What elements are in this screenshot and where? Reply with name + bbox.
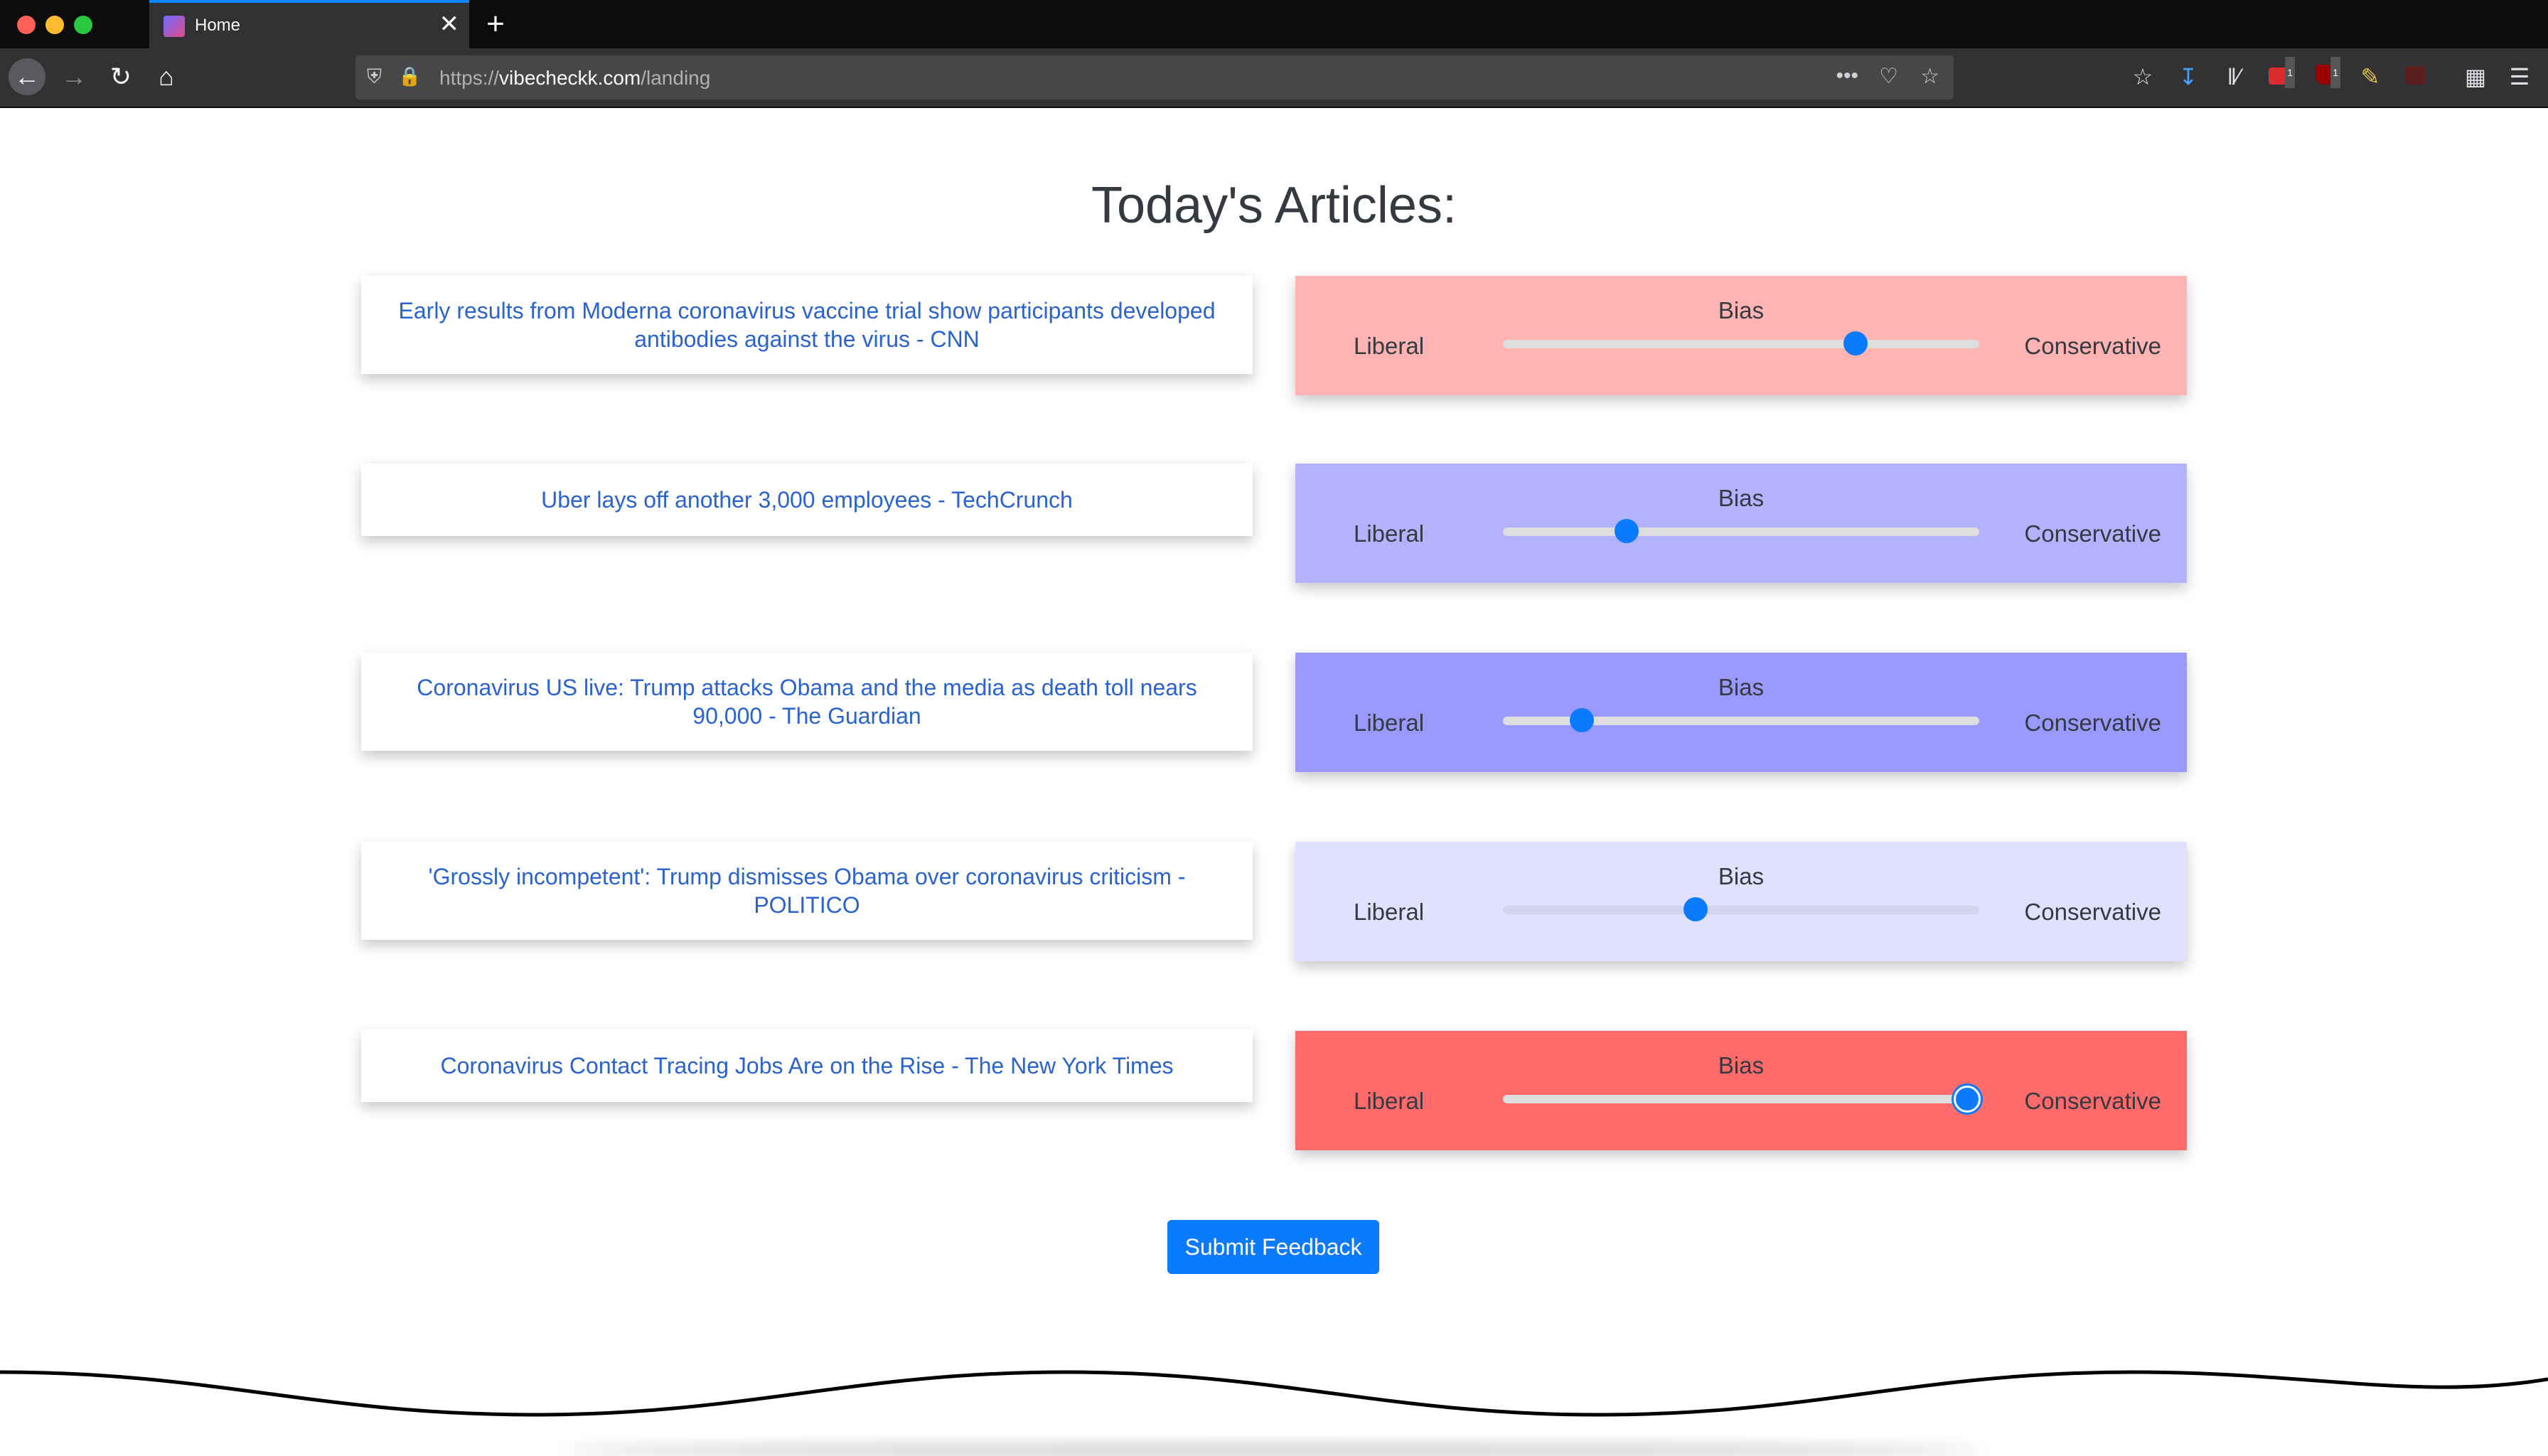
- extension-dark-icon[interactable]: [2400, 61, 2431, 92]
- library-icon[interactable]: ‖⁄: [2218, 61, 2249, 92]
- lock-icon[interactable]: 🔒: [398, 65, 421, 87]
- bias-label: Bias: [1718, 674, 1765, 700]
- back-button[interactable]: ←: [9, 58, 46, 95]
- slider-thumb[interactable]: [1684, 897, 1708, 921]
- ublock-badge-count: 1: [2330, 57, 2340, 88]
- slider-thumb[interactable]: [1954, 1086, 1981, 1113]
- slider-thumb[interactable]: [1615, 519, 1639, 543]
- wave-divider: [0, 1370, 2548, 1456]
- liberal-label: Liberal: [1354, 520, 1425, 547]
- article-link[interactable]: Early results from Moderna coronavirus v…: [382, 296, 1231, 353]
- tab-bar: Home ✕ +: [0, 0, 2548, 48]
- slider-thumb[interactable]: [1843, 331, 1868, 355]
- pencil-icon[interactable]: ✎: [2355, 61, 2386, 92]
- page-title: Today's Articles:: [1091, 177, 1457, 234]
- conservative-label: Conservative: [2024, 520, 2161, 547]
- tab-home[interactable]: Home ✕: [149, 0, 469, 48]
- url-prefix: https://: [439, 67, 500, 89]
- bias-slider[interactable]: [1503, 1086, 1981, 1113]
- bias-label: Bias: [1718, 485, 1765, 511]
- close-window-button[interactable]: [17, 16, 36, 34]
- article-card: Early results from Moderna coronavirus v…: [361, 276, 1253, 374]
- conservative-label: Conservative: [2024, 1088, 2161, 1114]
- reload-button[interactable]: ↻: [102, 58, 139, 95]
- close-tab-icon[interactable]: ✕: [439, 10, 460, 38]
- bias-panel: Bias Liberal Conservative: [1295, 464, 2187, 583]
- reader-list-icon[interactable]: ☆: [2127, 61, 2158, 92]
- article-card: Uber lays off another 3,000 employees - …: [361, 464, 1253, 536]
- forward-button[interactable]: →: [55, 58, 92, 95]
- url-bar[interactable]: ⛨ 🔒 https://vibecheckk.com/landing ••• ♡…: [355, 55, 1954, 100]
- liberal-label: Liberal: [1354, 710, 1425, 736]
- slider-thumb[interactable]: [1569, 708, 1594, 732]
- liberal-label: Liberal: [1354, 899, 1425, 925]
- page-actions-icon[interactable]: •••: [1836, 64, 1858, 88]
- download-icon[interactable]: ↧: [2173, 61, 2204, 92]
- tab-title: Home: [195, 16, 241, 35]
- badge-count: 1: [2285, 57, 2295, 88]
- menu-icon[interactable]: ☰: [2504, 61, 2535, 92]
- extension-red-icon[interactable]: 1: [2264, 57, 2295, 92]
- extensions-icon[interactable]: ▦: [2460, 61, 2491, 92]
- bias-panel: Bias Liberal Conservative: [1295, 276, 2187, 395]
- bias-label: Bias: [1718, 297, 1765, 323]
- article-link[interactable]: Uber lays off another 3,000 employees - …: [541, 486, 1073, 514]
- new-tab-button[interactable]: +: [478, 4, 513, 44]
- bias-slider[interactable]: [1503, 708, 1979, 732]
- navigation-toolbar: ← → ↻ ⌂ ⛨ 🔒 https://vibecheckk.com/landi…: [0, 48, 2548, 108]
- bias-slider[interactable]: [1503, 897, 1979, 921]
- bias-slider[interactable]: [1503, 331, 1979, 355]
- pocket-icon[interactable]: ♡: [1879, 64, 1898, 89]
- article-link[interactable]: Coronavirus US live: Trump attacks Obama…: [382, 673, 1231, 730]
- bias-label: Bias: [1718, 863, 1765, 889]
- liberal-label: Liberal: [1354, 333, 1425, 359]
- conservative-label: Conservative: [2024, 333, 2161, 359]
- bias-panel: Bias Liberal Conservative: [1295, 1031, 2187, 1150]
- conservative-label: Conservative: [2024, 899, 2161, 925]
- bias-panel: Bias Liberal Conservative: [1295, 653, 2187, 772]
- shield-icon[interactable]: ⛨: [367, 65, 382, 89]
- home-button[interactable]: ⌂: [148, 58, 185, 95]
- submit-feedback-button[interactable]: Submit Feedback: [1167, 1220, 1379, 1274]
- article-card: 'Grossly incompetent': Trump dismisses O…: [361, 842, 1253, 940]
- article-link[interactable]: Coronavirus Contact Tracing Jobs Are on …: [441, 1051, 1174, 1080]
- conservative-label: Conservative: [2024, 710, 2161, 736]
- article-link[interactable]: 'Grossly incompetent': Trump dismisses O…: [382, 862, 1231, 919]
- article-card: Coronavirus Contact Tracing Jobs Are on …: [361, 1029, 1253, 1102]
- favicon-icon: [164, 16, 185, 37]
- bias-slider[interactable]: [1503, 519, 1979, 543]
- url-host: vibecheckk.com: [499, 67, 641, 89]
- bias-label: Bias: [1718, 1052, 1765, 1078]
- minimize-window-button[interactable]: [46, 16, 64, 34]
- liberal-label: Liberal: [1354, 1088, 1425, 1114]
- ublock-icon[interactable]: 1: [2309, 57, 2340, 92]
- article-card: Coronavirus US live: Trump attacks Obama…: [361, 653, 1253, 751]
- url-path: /landing: [641, 67, 711, 89]
- maximize-window-button[interactable]: [74, 16, 92, 34]
- bookmark-star-icon[interactable]: ☆: [1920, 64, 1939, 89]
- bias-panel: Bias Liberal Conservative: [1295, 842, 2187, 961]
- url-text[interactable]: https://vibecheckk.com/landing: [439, 67, 710, 90]
